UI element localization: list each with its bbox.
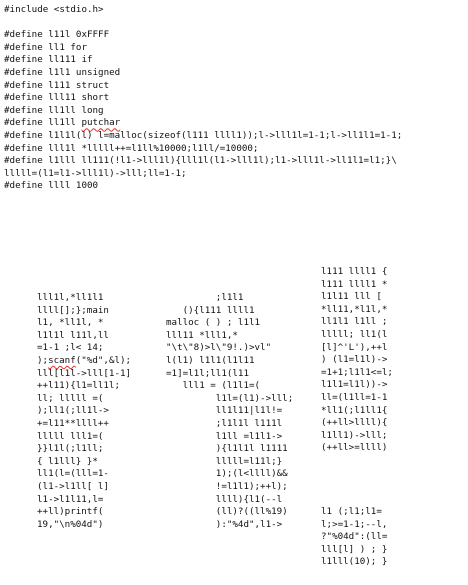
code-line: #define l11l 0xFFFF (4, 29, 110, 41)
art-line: l1l1=l1l))-> (321, 379, 388, 391)
art-line: l111 llll1 { (321, 266, 388, 277)
art-line: lllll lll1=( (37, 430, 104, 442)
art-line: ll=(l1ll=1-1 (321, 391, 388, 403)
art-line: ll1l11|l1l!= (166, 405, 283, 417)
ascii-art-column-middle: ;l1l1 (){l111 llll1 malloc ( ) ; l1l1 ll… (166, 292, 293, 531)
art-line: lllll=l11l;} (166, 455, 283, 467)
art-line: *ll1(;l1ll1{ (321, 404, 388, 416)
art-line: (ll)?((ll%19) (166, 506, 288, 518)
code-line: #define lll1l *lllll++=l1ll%10000;l1ll/=… (4, 142, 259, 154)
art-line: l1l=(l1)->lll; (166, 392, 294, 404)
art-line: ll1l1 l1ll ; (321, 316, 388, 328)
spellcheck-underlined-word: putchar (81, 117, 121, 129)
art-line: ll1(l=(lll=1- (37, 468, 109, 480)
define-block: #include <stdio.h> #define l11l 0xFFFF #… (4, 4, 402, 193)
spellcheck-underlined-word: scanf (48, 354, 76, 366)
art-line: ;l1l1 (166, 292, 244, 303)
art-line: =1-1 ;l< 14; (37, 342, 104, 354)
art-line: l1ll1)->lll; (321, 429, 388, 441)
art-line: ++l11){l1=ll1l; (37, 380, 120, 392)
art-line: 1);(l<llll)&& (166, 468, 288, 480)
code-line: #define ll111 if (4, 54, 93, 66)
art-line: lll[l] ) ; } (321, 543, 388, 555)
art-line: lll[l1l->lll[1-1] (37, 367, 132, 379)
art-line: l1l11 lll [ (321, 291, 382, 303)
code-line: #define l1l1l(l) l=malloc(sizeof(l111 ll… (4, 129, 403, 141)
art-line: (++ll>=llll) (321, 442, 388, 454)
art-line: ;l1l1l l111l (166, 417, 283, 429)
art-line: l1ll =l1l1-> (166, 430, 283, 442)
code-line: #define llll 1000 (4, 180, 99, 192)
art-line: ):"%4d",l1-> (166, 518, 283, 530)
code-line: #define l111 struct (4, 79, 110, 91)
art-line: l(l1) l1l1(l1l11 (166, 354, 255, 366)
code-line: #define lll11 short (4, 92, 110, 104)
art-line: =1+1;l1l1<=l; (321, 366, 393, 378)
art-line: llll[];};main (37, 304, 109, 316)
art-line: ) (l1=l1l)-> (321, 354, 388, 366)
art-line: l1l1l l11l,ll (37, 329, 109, 341)
ascii-art-column-right-bottom: l1 (;l1;l1= l;>=1-1;--l, ?"%04d":(ll= ll… (321, 506, 387, 569)
art-line: =1]=l1l;ll1(l11 (166, 367, 249, 379)
art-line: { l1lll} }* (37, 455, 98, 467)
art-line: malloc ( ) ; l1l1 (166, 317, 261, 329)
art-line: 19,"\n%04d") (37, 518, 104, 530)
art-line: ++ll)printf( (37, 506, 104, 518)
art-line: ll; lllll =( (37, 392, 104, 404)
art-line: l;>=1-1;--l, (321, 518, 388, 530)
art-line: }}l1l(;l1ll; (37, 443, 104, 455)
code-line: lllll=(l1=l1->lll1l)->lll;ll=1-1; (4, 167, 187, 179)
code-page: #include <stdio.h> #define l11l 0xFFFF #… (0, 0, 468, 585)
art-line: );scanf("%d",&l); (37, 354, 132, 366)
art-line: l1 (;l1;l1= (321, 506, 382, 517)
code-line: #define l1lll ll111(!l1->lll1l){lll1l(l1… (4, 155, 397, 167)
art-line: lll1 = (l1l1=( (166, 380, 261, 392)
art-line: (l1->l1ll[ l] (37, 480, 109, 492)
art-line: (++ll>llll){ (321, 417, 388, 429)
art-line: llll){l1(--l (166, 493, 283, 505)
art-line: l111 llll1 * (321, 278, 388, 290)
art-line: [l]^'L'),++l (321, 341, 388, 353)
art-line: !=l1l1);++l); (166, 480, 288, 492)
code-line: #include <stdio.h> (4, 4, 104, 15)
art-line: lllll; ll1(l (321, 328, 388, 340)
code-line: #define ll1 for (4, 41, 87, 53)
code-line: #define ll1ll putchar (4, 117, 121, 129)
art-line: lll11 *lll1,* (166, 329, 238, 341)
art-line: ){l1l1l l1111 (166, 443, 288, 455)
art-line: ?"%04d":(ll= (321, 531, 388, 543)
art-line: l1, *ll1l, * (37, 317, 104, 329)
art-line: (){l111 llll1 (166, 304, 255, 316)
art-line: l1lll(10); } (321, 556, 388, 568)
ascii-art-column-left: lll1l,*ll1l1 llll[];};main l1, *ll1l, * … (37, 292, 131, 531)
code-line: #define l1l1 unsigned (4, 66, 121, 78)
art-line: "\t\"8)>l\"9!.)>vl" (166, 342, 272, 354)
art-line: );ll1(;ll1l-> (37, 405, 109, 417)
art-line: l1->l1l11,l= (37, 493, 104, 505)
code-line: #define ll1ll long (4, 104, 104, 116)
art-line: *ll11,*l1l,* (321, 303, 388, 315)
art-line: +=l11**llll++ (37, 417, 109, 429)
ascii-art-column-right: l111 llll1 { l111 llll1 * l1l11 lll [ *l… (321, 266, 393, 455)
art-line: lll1l,*ll1l1 (37, 292, 104, 303)
